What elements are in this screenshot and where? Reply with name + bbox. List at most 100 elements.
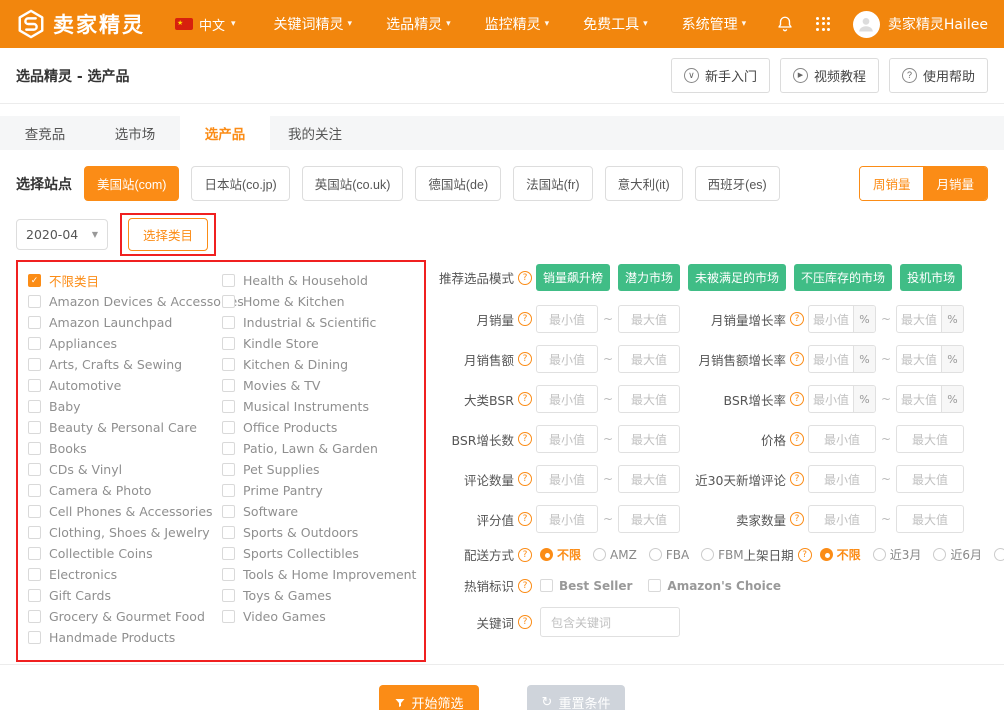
tab-check-competitors[interactable]: 查竞品: [0, 116, 90, 150]
category-item[interactable]: Industrial & Scientific: [222, 312, 416, 333]
checkbox-icon[interactable]: [222, 379, 235, 392]
range-input[interactable]: 最小值: [536, 465, 598, 493]
range-input[interactable]: 最大值: [896, 425, 964, 453]
category-item[interactable]: Automotive: [28, 375, 222, 396]
radio-icon[interactable]: [873, 548, 886, 561]
checkbox-icon[interactable]: [28, 358, 41, 371]
range-input[interactable]: 最大值: [618, 425, 680, 453]
checkbox-icon[interactable]: [28, 547, 41, 560]
category-item[interactable]: Appliances: [28, 333, 222, 354]
category-item[interactable]: Video Games: [222, 606, 416, 627]
range-input[interactable]: 最小值: [536, 345, 598, 373]
site-button-fr[interactable]: 法国站(fr): [513, 166, 592, 201]
checkbox-icon[interactable]: [222, 442, 235, 455]
range-input[interactable]: 最大值: [618, 505, 680, 533]
category-item[interactable]: Toys & Games: [222, 585, 416, 606]
checkbox-icon[interactable]: [222, 547, 235, 560]
choose-category-button[interactable]: 选择类目: [128, 218, 208, 251]
mode-tag-unmet-market[interactable]: 未被满足的市场: [688, 264, 786, 291]
mode-tag-sales-surge[interactable]: 销量飙升榜: [536, 264, 610, 291]
start-filter-button[interactable]: 开始筛选: [379, 685, 479, 710]
category-item[interactable]: Kitchen & Dining: [222, 354, 416, 375]
site-button-uk[interactable]: 英国站(co.uk): [302, 166, 404, 201]
range-input[interactable]: 最大值: [896, 465, 964, 493]
nav-item-product-sprite[interactable]: 选品精灵▾: [386, 14, 451, 34]
range-input[interactable]: 最小值: [536, 305, 598, 333]
category-item[interactable]: Beauty & Personal Care: [28, 417, 222, 438]
category-item[interactable]: Sports Collectibles: [222, 543, 416, 564]
range-input[interactable]: 最大值%: [896, 305, 964, 333]
tab-select-product[interactable]: 选产品: [180, 116, 270, 150]
range-input[interactable]: 最小值: [536, 505, 598, 533]
category-item[interactable]: Prime Pantry: [222, 480, 416, 501]
help-icon[interactable]: ?: [790, 512, 804, 526]
category-item[interactable]: Amazon Devices & Accessories: [28, 291, 222, 312]
help-button[interactable]: ?使用帮助: [889, 58, 988, 93]
checkbox-icon[interactable]: [222, 274, 235, 287]
apps-grid-icon[interactable]: [816, 17, 831, 32]
hot-badge-option[interactable]: Best Seller: [540, 579, 632, 593]
checkbox-icon[interactable]: [648, 579, 661, 592]
keyword-input[interactable]: 包含关键词: [540, 607, 680, 637]
checkbox-icon[interactable]: [222, 568, 235, 581]
radio-icon[interactable]: [994, 548, 1004, 561]
help-icon[interactable]: ?: [518, 312, 532, 326]
nav-item-free-tools[interactable]: 免费工具▾: [583, 14, 648, 34]
checkbox-icon[interactable]: [222, 589, 235, 602]
range-input[interactable]: 最小值%: [808, 385, 876, 413]
category-item[interactable]: Sports & Outdoors: [222, 522, 416, 543]
mode-tag-no-stock-market[interactable]: 不压库存的市场: [794, 264, 892, 291]
checkbox-icon[interactable]: [28, 568, 41, 581]
checkbox-icon[interactable]: [222, 463, 235, 476]
checkbox-icon[interactable]: [28, 379, 41, 392]
category-item[interactable]: Office Products: [222, 417, 416, 438]
category-item[interactable]: Books: [28, 438, 222, 459]
checkbox-icon[interactable]: [28, 526, 41, 539]
help-icon[interactable]: ?: [798, 548, 812, 562]
range-input[interactable]: 最小值: [808, 425, 876, 453]
site-button-jp[interactable]: 日本站(co.jp): [191, 166, 289, 201]
category-item[interactable]: ✓不限类目: [28, 270, 222, 291]
user-menu[interactable]: 卖家精灵Hailee: [853, 11, 988, 38]
range-input[interactable]: 最大值: [618, 345, 680, 373]
radio-option[interactable]: 近6月: [933, 546, 982, 563]
language-switcher[interactable]: ★ 中文 ▾: [175, 15, 236, 34]
weekly-sales-toggle[interactable]: 周销量: [860, 167, 924, 200]
monthly-sales-toggle[interactable]: 月销量: [923, 167, 987, 200]
radio-icon[interactable]: [593, 548, 606, 561]
range-input[interactable]: 最大值: [896, 505, 964, 533]
range-input[interactable]: 最大值: [618, 385, 680, 413]
checkbox-icon[interactable]: [540, 579, 553, 592]
checkbox-icon[interactable]: [28, 505, 41, 518]
range-input[interactable]: 最大值: [618, 465, 680, 493]
help-icon[interactable]: ?: [790, 432, 804, 446]
checkbox-icon[interactable]: [28, 400, 41, 413]
checkbox-icon[interactable]: [28, 316, 41, 329]
reset-conditions-button[interactable]: ↻ 重置条件: [527, 685, 626, 710]
checkbox-icon[interactable]: [222, 421, 235, 434]
brand[interactable]: 卖家精灵: [16, 9, 145, 39]
range-input[interactable]: 最大值%: [896, 385, 964, 413]
range-input[interactable]: 最小值: [808, 465, 876, 493]
category-item[interactable]: Collectible Coins: [28, 543, 222, 564]
checkbox-icon[interactable]: [222, 526, 235, 539]
help-icon[interactable]: ?: [518, 432, 532, 446]
checkbox-icon[interactable]: [28, 337, 41, 350]
radio-selected-icon[interactable]: [540, 548, 553, 561]
checkbox-icon[interactable]: [28, 610, 41, 623]
tab-my-follows[interactable]: 我的关注: [270, 116, 360, 150]
checkbox-icon[interactable]: [222, 505, 235, 518]
help-icon[interactable]: ?: [518, 472, 532, 486]
range-input[interactable]: 最大值: [618, 305, 680, 333]
nav-item-system-admin[interactable]: 系统管理▾: [682, 14, 747, 34]
category-item[interactable]: Home & Kitchen: [222, 291, 416, 312]
radio-option[interactable]: AMZ: [593, 548, 637, 562]
category-item[interactable]: Software: [222, 501, 416, 522]
month-select[interactable]: 2020-04 ▼: [16, 219, 108, 250]
radio-option[interactable]: FBM: [701, 548, 744, 562]
category-item[interactable]: Health & Household: [222, 270, 416, 291]
video-tutorial-button[interactable]: ▶视频教程: [780, 58, 879, 93]
site-button-us[interactable]: 美国站(com): [84, 166, 179, 201]
help-icon[interactable]: ?: [790, 392, 804, 406]
radio-icon[interactable]: [701, 548, 714, 561]
